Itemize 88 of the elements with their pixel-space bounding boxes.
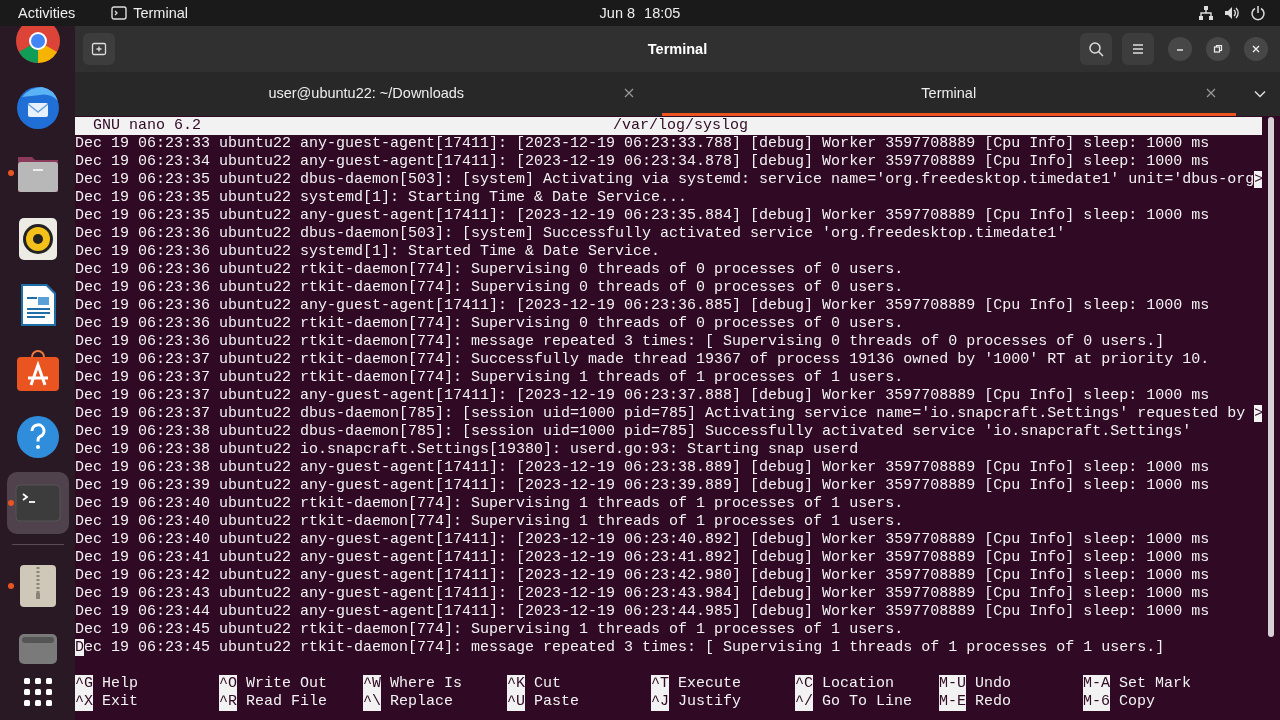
shortcut-key: ^O (219, 675, 237, 693)
minimize-button[interactable] (1168, 37, 1192, 61)
scrollbar-thumb[interactable] (1268, 117, 1274, 637)
shortcut-label: Copy (1119, 693, 1156, 711)
shortcut-key: ^/ (795, 693, 813, 711)
shortcut-key: ^K (507, 675, 525, 693)
log-line: Dec 19 06:23:45 ubuntu22 rtkit-daemon[774]: Supervising 1 threads of 1 processes of 1 users. (75, 621, 904, 639)
terminal-icon (111, 6, 128, 20)
shortcut-key: M-U (939, 675, 966, 693)
maximize-button[interactable] (1206, 37, 1230, 61)
shortcut-label: Redo (975, 693, 1012, 711)
log-line: Dec 19 06:23:38 ubuntu22 any-guest-agent[17411]: [2023-12-19 06:23:38.889] [debug] Worker 3597708889 [Cpu Info] sleep: 1000 ms (75, 459, 1210, 477)
log-line: Dec 19 06:23:35 ubuntu22 any-guest-agent[17411]: [2023-12-19 06:23:35.884] [debug] Worker 3597708889 [Cpu Info] sleep: 1000 ms (75, 207, 1210, 225)
app-grid-icon[interactable] (21, 676, 54, 708)
activities-button[interactable]: Activities (0, 5, 86, 21)
shortcut-label: Justify (678, 693, 742, 711)
shortcut-key: ^T (651, 675, 669, 693)
shortcut-label: Help (102, 675, 139, 693)
log-line: Dec 19 06:23:36 ubuntu22 dbus-daemon[503]: [system] Successfully activated service 'org.freedesktop.timedate1' (75, 225, 1066, 243)
network-icon[interactable] (1198, 5, 1214, 21)
shortcut-label: Undo (975, 675, 1012, 693)
shortcut-label: Exit (102, 693, 139, 711)
shortcut-label: Go To Line (822, 693, 913, 711)
shortcut-label: Paste (534, 693, 580, 711)
log-line: Dec 19 06:23:40 ubuntu22 rtkit-daemon[774]: Supervising 1 threads of 1 processes of 1 users. (75, 513, 904, 531)
power-icon[interactable] (1250, 5, 1266, 21)
log-line: Dec 19 06:23:40 ubuntu22 rtkit-daemon[774]: Supervising 1 threads of 1 processes of 1 users. (75, 495, 904, 513)
shortcut-label: Read File (246, 693, 328, 711)
log-line: Dec 19 06:23:38 ubuntu22 io.snapcraft.Settings[19380]: userd.go:93: Starting snap userd (75, 441, 859, 459)
log-line: Dec 19 06:23:34 ubuntu22 any-guest-agent[17411]: [2023-12-19 06:23:34.878] [debug] Worker 3597708889 [Cpu Info] sleep: 1000 ms (75, 153, 1210, 171)
log-line: Dec 19 06:23:36 ubuntu22 rtkit-daemon[774]: Supervising 0 threads of 0 processes of 0 users. (75, 315, 904, 333)
shortcut-label: Cut (534, 675, 562, 693)
shortcut-key: M-E (939, 693, 966, 711)
log-line: Dec 19 06:23:37 ubuntu22 rtkit-daemon[774]: Supervising 1 threads of 1 processes of 1 users. (75, 369, 904, 387)
log-line: Dec 19 06:23:33 ubuntu22 any-guest-agent[17411]: [2023-12-19 06:23:33.788] [debug] Worker 3597708889 [Cpu Info] sleep: 1000 ms (75, 135, 1210, 153)
log-line: Dec 19 06:23:37 ubuntu22 any-guest-agent[17411]: [2023-12-19 06:23:37.888] [debug] Worker 3597708889 [Cpu Info] sleep: 1000 ms (75, 387, 1210, 405)
window-title: Terminal (647, 41, 708, 57)
app-menu[interactable]: Terminal (111, 5, 188, 21)
search-button[interactable] (1080, 33, 1112, 65)
close-tab-icon[interactable] (623, 88, 634, 98)
log-line: Dec 19 06:23:36 ubuntu22 rtkit-daemon[774]: message repeated 3 times: [ Supervising 0 threads of 0 processes of 0 users.] (75, 333, 1165, 351)
log-line: Dec 19 06:23:41 ubuntu22 any-guest-agent[17411]: [2023-12-19 06:23:41.892] [debug] Worker 3597708889 [Cpu Info] sleep: 1000 ms (75, 549, 1210, 567)
shortcut-key: ^C (795, 675, 813, 693)
log-line: Dec 19 06:23:36 ubuntu22 any-guest-agent[17411]: [2023-12-19 06:23:36.885] [debug] Worker 3597708889 [Cpu Info] sleep: 1000 ms (75, 297, 1210, 315)
nano-version: GNU nano 6.2 (92, 117, 203, 135)
new-tab-icon (91, 41, 107, 57)
close-icon (1251, 44, 1261, 54)
shortcut-key: ^\ (363, 693, 381, 711)
log-line: Dec 19 06:23:36 ubuntu22 rtkit-daemon[774]: Supervising 0 threads of 0 processes of 0 users. (75, 261, 904, 279)
log-line: Dec 19 06:23:35 ubuntu22 systemd[1]: Starting Time & Date Service... (75, 189, 688, 207)
shortcut-key: M-6 (1083, 693, 1110, 711)
menu-button[interactable] (1122, 33, 1154, 65)
log-line: Dec 19 06:23:42 ubuntu22 any-guest-agent[17411]: [2023-12-19 06:23:42.980] [debug] Worker 3597708889 [Cpu Info] sleep: 1000 ms (75, 567, 1210, 585)
log-line: Dec 19 06:23:38 ubuntu22 dbus-daemon[785]: [session uid=1000 pid=785] Successfully activated service 'io.snapcraft.Settings' (75, 423, 1192, 441)
shortcut-label: Execute (678, 675, 742, 693)
shortcut-key: M-A (1083, 675, 1110, 693)
close-button[interactable] (1244, 37, 1268, 61)
log-line: Dec 19 06:23:37 ubuntu22 dbus-daemon[785]: [session uid=1000 pid=785] Activating service name='io.snapcraft.Settings' requested by > (75, 405, 1262, 423)
terminal-tab[interactable]: user@ubuntu22: ~/Downloads (79, 72, 654, 116)
log-line: Dec 19 06:23:45 ubuntu22 rtkit-daemon[774]: message repeated 3 times: [ Supervising 1 threads of 1 processes of 1 users.] (75, 639, 1165, 657)
shortcut-key: ^J (651, 693, 669, 711)
shortcut-key: ^G (75, 675, 93, 693)
new-tab-button[interactable] (83, 33, 115, 65)
log-line: Dec 19 06:23:36 ubuntu22 rtkit-daemon[774]: Supervising 0 threads of 0 processes of 0 users. (75, 279, 904, 297)
shortcut-key: ^R (219, 693, 237, 711)
shortcut-label: Set Mark (1119, 675, 1192, 693)
log-line: Dec 19 06:23:39 ubuntu22 any-guest-agent[17411]: [2023-12-19 06:23:39.889] [debug] Worker 3597708889 [Cpu Info] sleep: 1000 ms (75, 477, 1210, 495)
shortcut-label: Location (822, 675, 895, 693)
shortcut-label: Where Is (390, 675, 463, 693)
shortcut-label: Replace (390, 693, 454, 711)
log-line: Dec 19 06:23:44 ubuntu22 any-guest-agent[17411]: [2023-12-19 06:23:44.985] [debug] Worker 3597708889 [Cpu Info] sleep: 1000 ms (75, 603, 1210, 621)
shortcut-label: Write Out (246, 675, 328, 693)
shortcut-key: ^U (507, 693, 525, 711)
shortcut-key: ^X (75, 693, 93, 711)
log-line: Dec 19 06:23:37 ubuntu22 rtkit-daemon[774]: Successfully made thread 19367 of process 19136 owned by '1000' RT at priority 10. (75, 351, 1210, 369)
close-tab-icon[interactable] (1206, 88, 1216, 98)
search-icon (1088, 41, 1104, 57)
chevron-down-icon (1254, 90, 1266, 98)
log-line: Dec 19 06:23:36 ubuntu22 systemd[1]: Started Time & Date Service. (75, 243, 661, 261)
clock[interactable]: Jun 8 18:05 (599, 5, 681, 21)
restore-icon (1213, 44, 1223, 54)
shortcut-key: ^W (363, 675, 381, 693)
log-line: Dec 19 06:23:35 ubuntu22 dbus-daemon[503]: [system] Activating via systemd: service name='org.freedesktop.timedate1' unit='dbus-org> (75, 171, 1262, 189)
file-name: /var/log/syslog (613, 117, 749, 135)
volume-icon[interactable] (1224, 5, 1240, 21)
log-line: Dec 19 06:23:43 ubuntu22 any-guest-agent[17411]: [2023-12-19 06:23:43.984] [debug] Worker 3597708889 [Cpu Info] sleep: 1000 ms (75, 585, 1210, 603)
log-line: Dec 19 06:23:40 ubuntu22 any-guest-agent[17411]: [2023-12-19 06:23:40.892] [debug] Worker 3597708889 [Cpu Info] sleep: 1000 ms (75, 531, 1210, 549)
menu-icon (1130, 41, 1146, 57)
